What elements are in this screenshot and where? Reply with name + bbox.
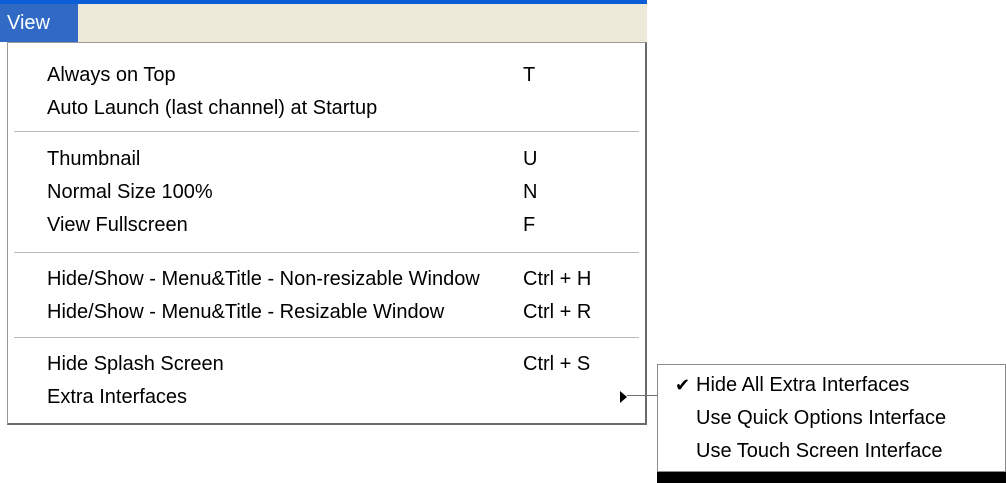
view-dropdown-menu: Always on Top T Auto Launch (last channe… <box>7 42 647 425</box>
menu-bar: View <box>0 0 647 42</box>
menu-item-shortcut: N <box>523 180 538 203</box>
menu-item-label: Thumbnail <box>47 147 141 170</box>
menu-separator <box>14 252 639 254</box>
menu-item-label: Hide/Show - Menu&Title - Resizable Windo… <box>47 300 445 323</box>
submenu-item-touch-screen[interactable]: Use Touch Screen Interface <box>658 435 1005 467</box>
submenu-connector-line <box>627 395 660 396</box>
menu-separator <box>14 337 639 339</box>
menu-item-label: Extra Interfaces <box>47 385 188 408</box>
menu-item-shortcut: F <box>523 213 536 236</box>
checkmark-icon: ✔ <box>675 374 691 395</box>
menu-item-label: Always on Top <box>47 63 176 86</box>
menu-item-label: Auto Launch (last channel) at Startup <box>47 96 378 119</box>
menu-item-shortcut: Ctrl + R <box>523 300 592 323</box>
menu-item-shortcut: Ctrl + S <box>523 352 591 375</box>
menu-item-auto-launch[interactable]: Auto Launch (last channel) at Startup <box>8 92 645 124</box>
menu-view-label: View <box>7 11 50 34</box>
menu-item-normal-size[interactable]: Normal Size 100% N <box>8 176 645 208</box>
menu-item-hide-show-resizable[interactable]: Hide/Show - Menu&Title - Resizable Windo… <box>8 296 645 328</box>
submenu-item-quick-options[interactable]: Use Quick Options Interface <box>658 402 1005 434</box>
menu-item-hide-splash-screen[interactable]: Hide Splash Screen Ctrl + S <box>8 348 645 380</box>
menu-item-label: Normal Size 100% <box>47 180 213 203</box>
menu-item-label: View Fullscreen <box>47 213 188 236</box>
menu-item-shortcut: Ctrl + H <box>523 267 592 290</box>
submenu-item-hide-all-extra-interfaces[interactable]: ✔ Hide All Extra Interfaces <box>658 369 1005 401</box>
menu-separator <box>14 131 639 133</box>
menu-item-view-fullscreen[interactable]: View Fullscreen F <box>8 209 645 241</box>
menu-item-thumbnail[interactable]: Thumbnail U <box>8 143 645 175</box>
menu-item-shortcut: T <box>523 63 536 86</box>
menu-view[interactable]: View <box>0 4 78 42</box>
menu-item-always-on-top[interactable]: Always on Top T <box>8 59 645 91</box>
menu-item-shortcut: U <box>523 147 538 170</box>
extra-interfaces-submenu: ✔ Hide All Extra Interfaces Use Quick Op… <box>657 364 1006 472</box>
submenu-shadow <box>657 472 1006 483</box>
submenu-item-label: Use Quick Options Interface <box>696 406 947 429</box>
submenu-item-label: Use Touch Screen Interface <box>696 439 943 462</box>
menu-item-hide-show-non-resizable[interactable]: Hide/Show - Menu&Title - Non-resizable W… <box>8 263 645 295</box>
menu-item-label: Hide/Show - Menu&Title - Non-resizable W… <box>47 267 480 290</box>
menu-item-extra-interfaces[interactable]: Extra Interfaces <box>8 381 645 413</box>
submenu-arrow-icon <box>620 391 627 403</box>
menu-item-label: Hide Splash Screen <box>47 352 224 375</box>
submenu-item-label: Hide All Extra Interfaces <box>696 373 910 396</box>
